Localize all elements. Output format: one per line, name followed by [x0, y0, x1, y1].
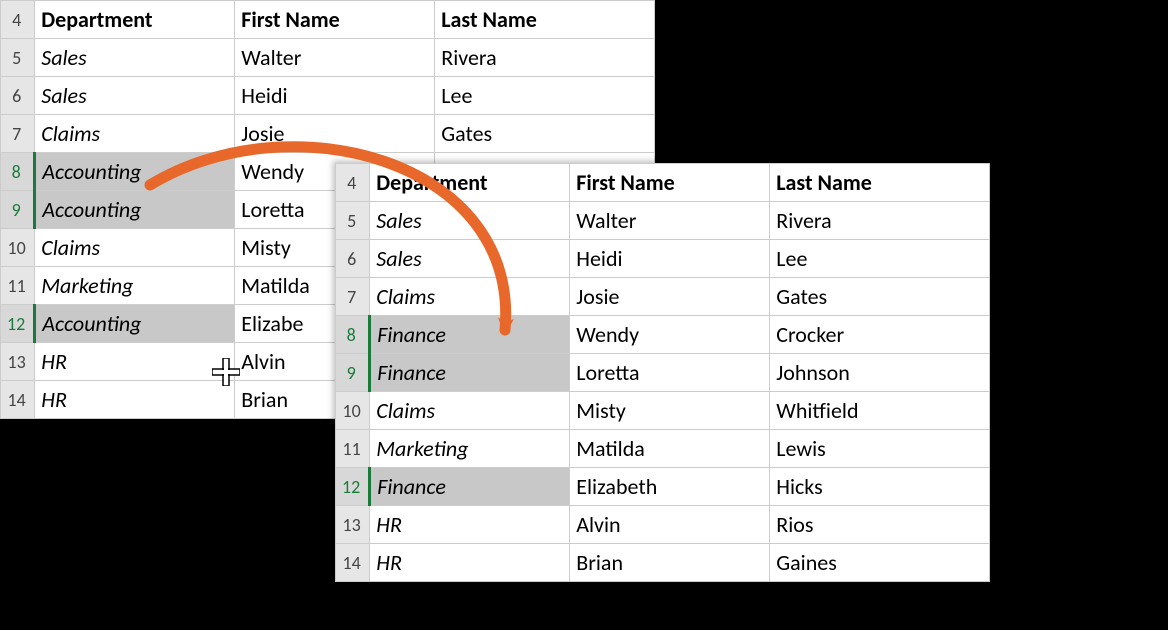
cell-last-name[interactable]: Whitfield: [770, 392, 990, 430]
row-header[interactable]: 6: [336, 240, 370, 278]
row-header[interactable]: 9: [336, 354, 370, 392]
cell-last-name[interactable]: Hicks: [770, 468, 990, 506]
cell-last-name[interactable]: Rios: [770, 506, 990, 544]
spreadsheet-after[interactable]: 4DepartmentFirst NameLast Name5SalesWalt…: [335, 163, 990, 582]
after-row[interactable]: 11MarketingMatildaLewis: [336, 430, 990, 468]
before-row[interactable]: 5SalesWalterRivera: [1, 39, 655, 77]
row-header[interactable]: 12: [336, 468, 370, 506]
after-row[interactable]: 8FinanceWendyCrocker: [336, 316, 990, 354]
cell-last-name[interactable]: Johnson: [770, 354, 990, 392]
cell-department[interactable]: Accounting: [35, 305, 235, 343]
cell-department[interactable]: HR: [370, 544, 570, 582]
before-row[interactable]: 7ClaimsJosieGates: [1, 115, 655, 153]
column-header-first-name[interactable]: First Name: [235, 1, 435, 39]
after-row[interactable]: 10ClaimsMistyWhitfield: [336, 392, 990, 430]
row-header[interactable]: 7: [336, 278, 370, 316]
row-header[interactable]: 4: [1, 1, 35, 39]
cell-last-name[interactable]: Gates: [435, 115, 655, 153]
cell-last-name[interactable]: Rivera: [770, 202, 990, 240]
cell-last-name[interactable]: Gates: [770, 278, 990, 316]
after-row[interactable]: 12FinanceElizabethHicks: [336, 468, 990, 506]
cell-first-name[interactable]: Heidi: [570, 240, 770, 278]
before-row[interactable]: 6SalesHeidiLee: [1, 77, 655, 115]
cell-first-name[interactable]: Josie: [570, 278, 770, 316]
cell-first-name[interactable]: Elizabeth: [570, 468, 770, 506]
row-header[interactable]: 11: [336, 430, 370, 468]
row-header[interactable]: 6: [1, 77, 35, 115]
column-header-first-name[interactable]: First Name: [570, 164, 770, 202]
cell-department[interactable]: Claims: [35, 229, 235, 267]
cell-department[interactable]: HR: [370, 506, 570, 544]
cell-last-name[interactable]: Rivera: [435, 39, 655, 77]
cell-first-name[interactable]: Josie: [235, 115, 435, 153]
row-header[interactable]: 14: [336, 544, 370, 582]
cell-department[interactable]: Sales: [35, 39, 235, 77]
row-header[interactable]: 4: [336, 164, 370, 202]
before-row[interactable]: 4DepartmentFirst NameLast Name: [1, 1, 655, 39]
row-header[interactable]: 10: [1, 229, 35, 267]
row-header[interactable]: 7: [1, 115, 35, 153]
column-header-department[interactable]: Department: [35, 1, 235, 39]
column-header-department[interactable]: Department: [370, 164, 570, 202]
row-header[interactable]: 13: [1, 343, 35, 381]
cell-first-name[interactable]: Wendy: [570, 316, 770, 354]
after-row[interactable]: 4DepartmentFirst NameLast Name: [336, 164, 990, 202]
cell-first-name[interactable]: Loretta: [570, 354, 770, 392]
cell-department[interactable]: Marketing: [35, 267, 235, 305]
row-header[interactable]: 10: [336, 392, 370, 430]
cell-last-name[interactable]: Lewis: [770, 430, 990, 468]
spreadsheet-after-body: 4DepartmentFirst NameLast Name5SalesWalt…: [336, 164, 990, 582]
cell-first-name[interactable]: Brian: [570, 544, 770, 582]
cell-first-name[interactable]: Misty: [570, 392, 770, 430]
cell-first-name[interactable]: Matilda: [570, 430, 770, 468]
cell-last-name[interactable]: Lee: [435, 77, 655, 115]
cell-department[interactable]: Finance: [370, 316, 570, 354]
cell-department[interactable]: Sales: [370, 202, 570, 240]
row-header[interactable]: 9: [1, 191, 35, 229]
cell-last-name[interactable]: Gaines: [770, 544, 990, 582]
cell-department[interactable]: Finance: [370, 468, 570, 506]
cell-last-name[interactable]: Crocker: [770, 316, 990, 354]
after-row[interactable]: 9FinanceLorettaJohnson: [336, 354, 990, 392]
cell-department[interactable]: Sales: [35, 77, 235, 115]
cell-department[interactable]: Marketing: [370, 430, 570, 468]
after-row[interactable]: 7ClaimsJosieGates: [336, 278, 990, 316]
row-header[interactable]: 5: [1, 39, 35, 77]
after-row[interactable]: 6SalesHeidiLee: [336, 240, 990, 278]
cell-first-name[interactable]: Walter: [235, 39, 435, 77]
cell-last-name[interactable]: Lee: [770, 240, 990, 278]
cell-department[interactable]: Finance: [370, 354, 570, 392]
after-row[interactable]: 13HRAlvinRios: [336, 506, 990, 544]
cell-department[interactable]: Claims: [370, 278, 570, 316]
cell-department[interactable]: Accounting: [35, 191, 235, 229]
cell-first-name[interactable]: Walter: [570, 202, 770, 240]
column-header-last-name[interactable]: Last Name: [770, 164, 990, 202]
cell-department[interactable]: HR: [35, 343, 235, 381]
row-header[interactable]: 8: [1, 153, 35, 191]
cell-department[interactable]: HR: [35, 381, 235, 419]
row-header[interactable]: 8: [336, 316, 370, 354]
row-header[interactable]: 14: [1, 381, 35, 419]
cell-department[interactable]: Claims: [35, 115, 235, 153]
row-header[interactable]: 13: [336, 506, 370, 544]
cell-department[interactable]: Sales: [370, 240, 570, 278]
column-header-last-name[interactable]: Last Name: [435, 1, 655, 39]
cell-department[interactable]: Accounting: [35, 153, 235, 191]
after-row[interactable]: 5SalesWalterRivera: [336, 202, 990, 240]
cell-department[interactable]: Claims: [370, 392, 570, 430]
row-header[interactable]: 11: [1, 267, 35, 305]
row-header[interactable]: 5: [336, 202, 370, 240]
cell-first-name[interactable]: Alvin: [570, 506, 770, 544]
row-header[interactable]: 12: [1, 305, 35, 343]
cell-first-name[interactable]: Heidi: [235, 77, 435, 115]
after-row[interactable]: 14HRBrianGaines: [336, 544, 990, 582]
